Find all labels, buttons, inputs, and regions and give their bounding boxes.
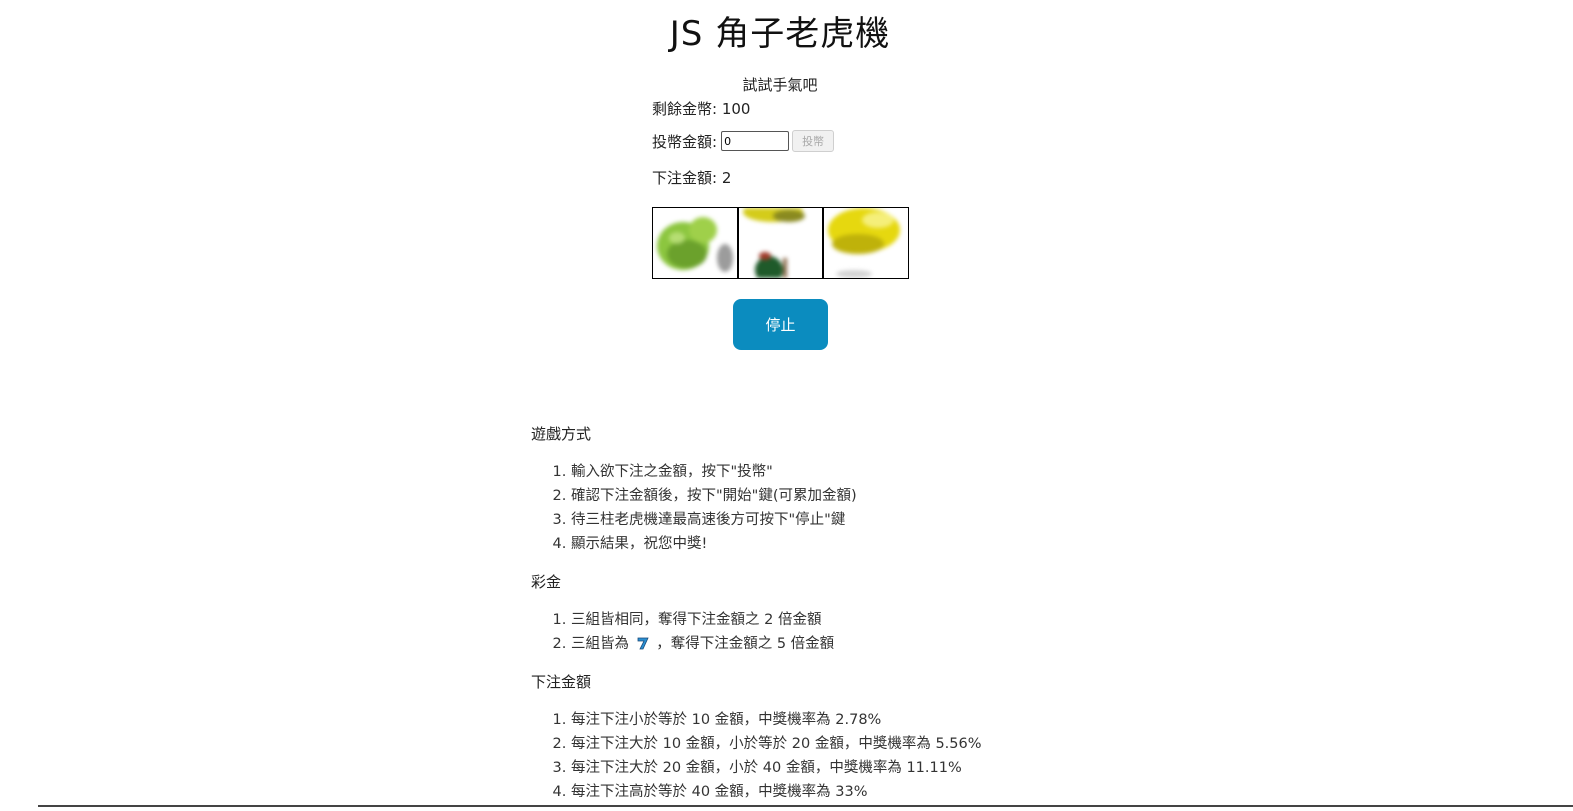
banana-icon: [828, 208, 901, 278]
rules-section: 遊戲方式 輸入欲下注之金額，按下"投幣" 確認下注金額後，按下"開始"鍵(可累加…: [531, 422, 1091, 811]
reel-2: [736, 208, 823, 278]
prize-heading: 彩金: [531, 573, 562, 591]
list-item: 待三柱老虎機達最高速後方可按下"停止"鍵: [571, 508, 1091, 532]
bottom-divider: [38, 805, 1573, 807]
banana-cherry-icon: [742, 208, 805, 278]
prize-list: 三組皆相同，奪得下注金額之 2 倍金額 三組皆為 ，奪得下注金額之 5 倍金額: [531, 608, 1091, 656]
list-item: 每注下注小於等於 10 金額，中獎機率為 2.78%: [571, 708, 1091, 732]
remaining-coins: 剩餘金幣: 100: [652, 100, 751, 118]
insert-coin-row: 投幣金額: 投幣: [652, 130, 835, 152]
reel-3: [822, 208, 909, 278]
insert-amount-input[interactable]: [721, 131, 790, 151]
seven-icon: [637, 637, 649, 650]
list-item: 每注下注大於 10 金額，小於等於 20 金額，中獎機率為 5.56%: [571, 732, 1091, 756]
bet-list: 每注下注小於等於 10 金額，中獎機率為 2.78% 每注下注大於 10 金額，…: [531, 708, 1091, 804]
insert-amount-label: 投幣金額:: [652, 132, 718, 151]
howto-list: 輸入欲下注之金額，按下"投幣" 確認下注金額後，按下"開始"鍵(可累加金額) 待…: [531, 460, 1091, 556]
list-item: 顯示結果，祝您中獎!: [571, 532, 1091, 556]
stop-button[interactable]: 停止: [733, 299, 828, 350]
list-item: 三組皆為 ，奪得下注金額之 5 倍金額: [571, 632, 1091, 656]
bet-heading: 下注金額: [531, 673, 592, 691]
howto-heading: 遊戲方式: [531, 425, 592, 443]
insert-coin-button[interactable]: 投幣: [792, 130, 835, 152]
prize-text-before: 三組皆為: [571, 636, 629, 652]
list-item: 每注下注大於 20 金額，小於 40 金額，中獎機率為 11.11%: [571, 756, 1091, 780]
prize-text-after: ，奪得下注金額之 5 倍金額: [656, 636, 835, 652]
reel-1: [653, 208, 737, 278]
list-item: 三組皆相同，奪得下注金額之 2 倍金額: [571, 608, 1091, 632]
page: JS 角子老虎機 試試手氣吧 剩餘金幣: 100 投幣金額: 投幣 下注金額: …: [0, 0, 1573, 811]
game-subtitle: 試試手氣吧: [742, 76, 818, 94]
list-item: 輸入欲下注之金額，按下"投幣": [571, 460, 1091, 484]
list-item: 確認下注金額後，按下"開始"鍵(可累加金額): [571, 484, 1091, 508]
list-item: 每注下注高於等於 40 金額，中獎機率為 33%: [571, 780, 1091, 804]
bet-amount: 下注金額: 2: [652, 169, 732, 187]
pear-icon: [657, 217, 733, 272]
slot-reels: [652, 207, 909, 279]
page-title: JS 角子老虎機: [669, 14, 891, 54]
